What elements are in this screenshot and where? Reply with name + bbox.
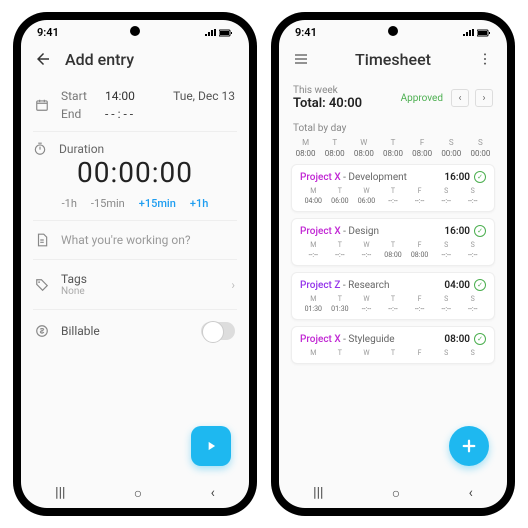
chevron-right-icon: › [231, 278, 235, 292]
camera-notch [130, 26, 140, 36]
nav-recent[interactable]: ||| [313, 485, 323, 501]
status-icons [463, 29, 491, 37]
document-icon [35, 233, 51, 247]
section-title: Total by day [291, 117, 495, 136]
approved-badge: Approved [401, 93, 443, 104]
add-button[interactable] [449, 426, 489, 466]
header-right: Timesheet [291, 41, 495, 79]
nav-home[interactable]: ○ [134, 485, 142, 502]
billable-toggle[interactable] [201, 322, 235, 340]
project-name: Project Z [300, 280, 340, 291]
more-button[interactable] [475, 49, 495, 69]
tags-label: Tags [61, 272, 221, 286]
task-name: - Development [341, 172, 407, 183]
entries-list: Project X - Development 16:00 ✓ MTWTFSS … [291, 164, 495, 364]
start-date: Tue, Dec 13 [173, 89, 235, 103]
check-icon: ✓ [474, 279, 486, 291]
status-icons [205, 29, 233, 37]
entry-card[interactable]: Project X - Design 16:00 ✓ MTWTFSS --:--… [291, 218, 495, 266]
entry-card[interactable]: Project X - Development 16:00 ✓ MTWTFSS … [291, 164, 495, 212]
phone-right: 9:41 Timesheet This week Total: 40:00 [271, 12, 515, 516]
stopwatch-icon [33, 142, 49, 156]
entry-total: 16:00 [444, 226, 470, 237]
battery-icon [219, 29, 233, 37]
entry-total: 08:00 [444, 334, 470, 345]
quick-plus-15m[interactable]: +15min [139, 197, 176, 210]
phone-left: 9:41 Add entry Start 14:00 [13, 12, 257, 516]
project-name: Project X [300, 172, 341, 183]
screen-left: 9:41 Add entry Start 14:00 [21, 20, 249, 508]
screen-right: 9:41 Timesheet This week Total: 40:00 [279, 20, 507, 508]
duration-block: Duration 00:00:00 -1h -15min +15min +1h [33, 132, 237, 221]
description-placeholder: What you're working on? [61, 233, 191, 247]
next-week-button[interactable]: › [475, 89, 493, 107]
quick-minus-1h[interactable]: -1h [62, 197, 77, 210]
header-left: Add entry [33, 41, 237, 79]
quick-buttons: -1h -15min +15min +1h [33, 197, 237, 210]
quick-minus-15m[interactable]: -15min [91, 197, 125, 210]
prev-week-button[interactable]: ‹ [451, 89, 469, 107]
start-label: Start [61, 89, 93, 103]
day-header: MTWTFSS [291, 136, 495, 149]
calendar-icon [35, 98, 51, 112]
task-name: - Styleguide [341, 334, 395, 345]
duration-label: Duration [59, 142, 104, 156]
page-title: Timesheet [323, 50, 463, 69]
check-icon: ✓ [474, 225, 486, 237]
billable-row: Billable [33, 310, 237, 352]
project-name: Project X [300, 226, 341, 237]
project-name: Project X [300, 334, 341, 345]
entry-card[interactable]: Project Z - Research 04:00 ✓ MTWTFSS 01:… [291, 272, 495, 320]
check-icon: ✓ [474, 171, 486, 183]
nav-back[interactable]: ‹ [211, 485, 215, 501]
quick-plus-1h[interactable]: +1h [190, 197, 208, 210]
entry-card[interactable]: Project X - Styleguide 08:00 ✓ MTWTFSS [291, 326, 495, 364]
tags-value: None [61, 286, 221, 297]
battery-icon [477, 29, 491, 37]
menu-button[interactable] [291, 49, 311, 69]
status-time: 9:41 [295, 26, 317, 39]
nav-back[interactable]: ‹ [469, 485, 473, 501]
camera-notch [388, 26, 398, 36]
dollar-icon [35, 324, 51, 338]
entry-total: 04:00 [444, 280, 470, 291]
nav-home[interactable]: ○ [392, 485, 400, 502]
week-label: This week [293, 85, 401, 96]
play-button[interactable] [191, 426, 231, 466]
page-title: Add entry [65, 50, 134, 69]
check-icon: ✓ [474, 333, 486, 345]
duration-value[interactable]: 00:00:00 [33, 156, 237, 189]
summary-row: This week Total: 40:00 Approved ‹ › [291, 79, 495, 117]
task-name: - Design [341, 226, 379, 237]
billable-label: Billable [61, 324, 100, 338]
start-time: 14:00 [105, 89, 135, 103]
task-name: - Research [340, 280, 389, 291]
tags-row[interactable]: Tags None › [33, 260, 237, 310]
end-time: - - : - - [105, 107, 133, 121]
description-row[interactable]: What you're working on? [33, 221, 237, 260]
android-navbar: ||| ○ ‹ [21, 478, 249, 508]
android-navbar: ||| ○ ‹ [279, 478, 507, 508]
back-button[interactable] [33, 49, 53, 69]
total-label: Total: 40:00 [293, 96, 401, 111]
tag-icon [35, 278, 51, 292]
signal-icon [463, 29, 475, 37]
status-time: 9:41 [37, 26, 59, 39]
signal-icon [205, 29, 217, 37]
end-label: End [61, 107, 93, 121]
entry-total: 16:00 [444, 172, 470, 183]
time-row[interactable]: Start 14:00 Tue, Dec 13 End - - : - - [33, 79, 237, 132]
day-totals: 08:0008:0008:0008:0008:0000:0000:00 [291, 149, 495, 164]
nav-recent[interactable]: ||| [55, 485, 65, 501]
